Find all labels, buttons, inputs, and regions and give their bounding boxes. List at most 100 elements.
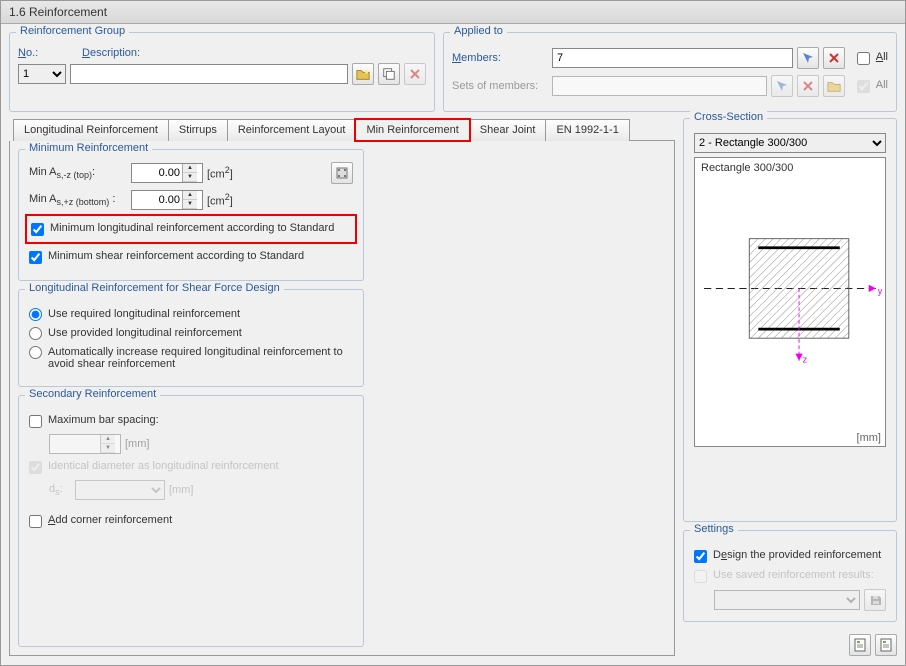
spin-up-icon[interactable]: ▲ bbox=[183, 191, 197, 200]
delete-x-icon bbox=[828, 52, 840, 64]
tab-shear-joint[interactable]: Shear Joint bbox=[469, 119, 547, 141]
chk-design-provided-label: Design the provided reinforcement bbox=[713, 549, 881, 561]
chk-corner-label: Add corner reinforcement bbox=[48, 514, 172, 526]
ds-select bbox=[75, 480, 165, 500]
saved-select bbox=[714, 590, 860, 610]
chk-max-spacing[interactable]: Maximum bar spacing: bbox=[29, 414, 353, 428]
no-label: No.: bbox=[18, 47, 78, 59]
folder-star-icon bbox=[827, 79, 841, 93]
window-titlebar: 1.6 Reinforcement bbox=[1, 1, 905, 24]
tab-longitudinal[interactable]: Longitudinal Reinforcement bbox=[13, 119, 169, 141]
chk-max-spacing-label: Maximum bar spacing: bbox=[48, 414, 159, 426]
radio-provided-label: Use provided longitudinal reinforcement bbox=[48, 327, 242, 339]
delete-button[interactable] bbox=[404, 63, 426, 85]
unit-cm2-bot: [cm2] bbox=[207, 192, 233, 208]
delete-x-icon bbox=[802, 80, 814, 92]
sets-all-check: All bbox=[857, 79, 888, 93]
svg-text:y: y bbox=[878, 286, 883, 296]
applied-to-box: Applied to Members: All Sets of members: bbox=[443, 32, 897, 112]
min-reinf-fieldset: Minimum Reinforcement Min As,-z (top): ▲… bbox=[18, 149, 364, 281]
sets-all-label: All bbox=[876, 79, 888, 91]
highlighted-option-box: Minimum longitudinal reinforcement accor… bbox=[25, 214, 357, 244]
spin-down-icon[interactable]: ▼ bbox=[183, 173, 197, 182]
tab-layout[interactable]: Reinforcement Layout bbox=[227, 119, 357, 141]
min-as-top-label: Min As,-z (top): bbox=[29, 166, 127, 180]
radio-required[interactable]: Use required longitudinal reinforcement bbox=[29, 308, 353, 321]
section-icon bbox=[335, 166, 349, 180]
sets-pick-button bbox=[771, 75, 793, 97]
footer-btn2[interactable] bbox=[875, 634, 897, 656]
secondary-fieldset: Secondary Reinforcement Maximum bar spac… bbox=[18, 395, 364, 647]
tab-body: Minimum Reinforcement Min As,-z (top): ▲… bbox=[9, 141, 675, 656]
cross-section-select[interactable]: 2 - Rectangle 300/300 bbox=[694, 133, 886, 153]
min-reinf-legend: Minimum Reinforcement bbox=[25, 142, 152, 154]
members-all-label: All bbox=[876, 51, 888, 63]
ds-label: ds: bbox=[49, 483, 71, 497]
sets-label: Sets of members: bbox=[452, 80, 548, 92]
reinforcement-dialog: 1.6 Reinforcement Reinforcement Group No… bbox=[0, 0, 906, 666]
report-icon bbox=[879, 638, 893, 652]
pick-section-button[interactable] bbox=[331, 162, 353, 184]
unit-mm-ds: [mm] bbox=[169, 484, 193, 496]
applied-to-title: Applied to bbox=[450, 25, 507, 37]
window-title: 1.6 Reinforcement bbox=[9, 5, 107, 19]
settings-legend: Settings bbox=[690, 523, 738, 535]
spacing-spinner: ▲▼ bbox=[49, 434, 121, 454]
delete-x-icon bbox=[409, 68, 421, 80]
reinforcement-group-box: Reinforcement Group No.: Description: 1 bbox=[9, 32, 435, 112]
report-icon bbox=[853, 638, 867, 652]
copy-icon bbox=[382, 67, 396, 81]
chk-corner[interactable]: Add corner reinforcement bbox=[29, 514, 353, 528]
min-as-bot-input[interactable] bbox=[132, 192, 182, 208]
radio-auto-label: Automatically increase required longitud… bbox=[48, 346, 353, 370]
cross-section-svg: y z bbox=[695, 158, 885, 446]
secondary-legend: Secondary Reinforcement bbox=[25, 388, 160, 400]
chk-min-longitudinal-label: Minimum longitudinal reinforcement accor… bbox=[50, 222, 334, 234]
tab-min-reinforcement[interactable]: Min Reinforcement bbox=[355, 119, 469, 141]
chk-identical-diameter-label: Identical diameter as longitudinal reinf… bbox=[48, 460, 279, 472]
sets-input bbox=[552, 76, 767, 96]
footer-buttons bbox=[683, 634, 897, 656]
chk-use-saved: Use saved reinforcement results: bbox=[694, 569, 886, 583]
description-input[interactable] bbox=[70, 64, 348, 84]
disk-icon bbox=[869, 594, 882, 607]
radio-required-label: Use required longitudinal reinforcement bbox=[48, 308, 240, 320]
tab-strip: Longitudinal Reinforcement Stirrups Rein… bbox=[13, 118, 675, 141]
cross-section-unit: [mm] bbox=[857, 432, 881, 444]
spin-up-icon[interactable]: ▲ bbox=[183, 164, 197, 173]
new-button[interactable] bbox=[352, 63, 374, 85]
members-clear-button[interactable] bbox=[823, 47, 845, 69]
members-all-check[interactable]: All bbox=[857, 51, 888, 65]
svg-text:z: z bbox=[803, 355, 808, 365]
min-as-bot-spinner[interactable]: ▲▼ bbox=[131, 190, 203, 210]
cross-section-name: Rectangle 300/300 bbox=[701, 162, 793, 174]
footer-btn1[interactable] bbox=[849, 634, 871, 656]
sets-clear-button bbox=[797, 75, 819, 97]
tab-en1992[interactable]: EN 1992-1-1 bbox=[545, 119, 629, 141]
saved-disk-button bbox=[864, 589, 886, 611]
unit-mm-spacing: [mm] bbox=[125, 438, 149, 450]
no-select[interactable]: 1 bbox=[18, 64, 66, 84]
tab-stirrups[interactable]: Stirrups bbox=[168, 119, 228, 141]
cross-section-box: Cross-Section 2 - Rectangle 300/300 Rect… bbox=[683, 118, 897, 522]
folder-star-icon bbox=[356, 67, 370, 81]
unit-cm2-top: [cm2] bbox=[207, 165, 233, 181]
radio-auto[interactable]: Automatically increase required longitud… bbox=[29, 346, 353, 370]
min-as-bot-label: Min As,+z (bottom) : bbox=[29, 193, 127, 207]
long-shear-legend: Longitudinal Reinforcement for Shear For… bbox=[25, 282, 284, 294]
cross-section-legend: Cross-Section bbox=[690, 111, 767, 123]
min-as-top-input[interactable] bbox=[132, 165, 182, 181]
chk-design-provided[interactable]: Design the provided reinforcement bbox=[694, 549, 886, 563]
spin-down-icon[interactable]: ▼ bbox=[183, 200, 197, 209]
chk-min-shear[interactable]: Minimum shear reinforcement according to… bbox=[29, 250, 353, 264]
long-shear-fieldset: Longitudinal Reinforcement for Shear For… bbox=[18, 289, 364, 387]
min-as-top-spinner[interactable]: ▲▼ bbox=[131, 163, 203, 183]
members-pick-button[interactable] bbox=[797, 47, 819, 69]
copy-button[interactable] bbox=[378, 63, 400, 85]
radio-provided[interactable]: Use provided longitudinal reinforcement bbox=[29, 327, 353, 340]
sets-new-button bbox=[823, 75, 845, 97]
pick-icon bbox=[776, 80, 788, 92]
right-column: Cross-Section 2 - Rectangle 300/300 Rect… bbox=[683, 118, 897, 656]
chk-min-longitudinal[interactable]: Minimum longitudinal reinforcement accor… bbox=[31, 222, 351, 236]
members-input[interactable] bbox=[552, 48, 793, 68]
